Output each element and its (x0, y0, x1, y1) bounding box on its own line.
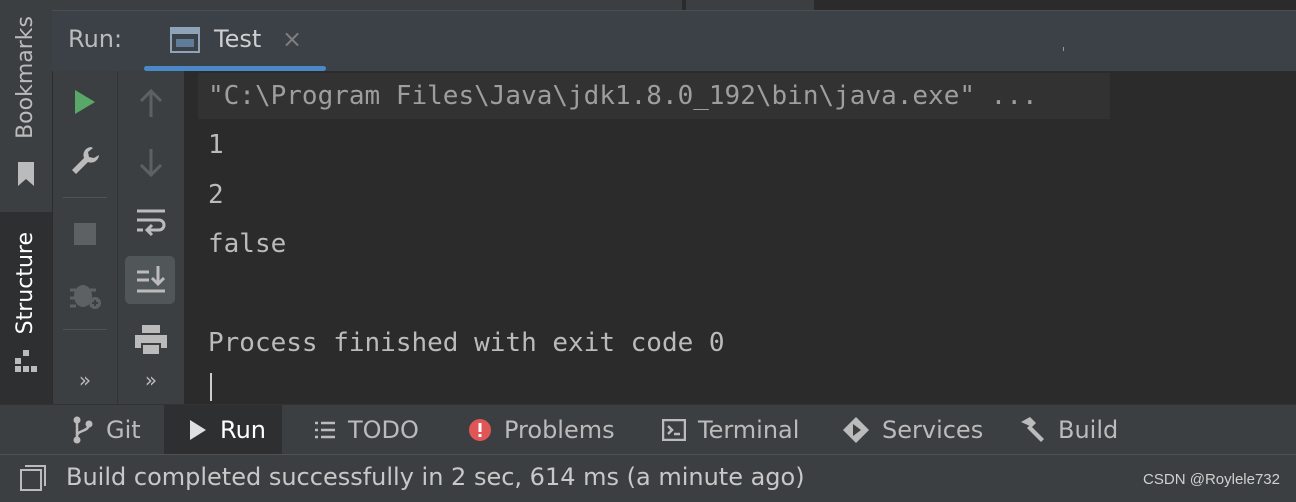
debug-icon (70, 285, 101, 309)
console-output[interactable]: "C:\Program Files\Java\jdk1.8.0_192\bin\… (184, 71, 1296, 404)
hammer-icon (1021, 417, 1044, 442)
run-tab-label: Test (214, 25, 262, 53)
git-tool-button[interactable]: Git (72, 405, 159, 455)
modify-run-config-button[interactable] (53, 137, 117, 183)
run-panel-header: Run: Test × (52, 10, 1296, 72)
status-bar: Build completed successfully in 2 sec, 6… (0, 454, 1296, 502)
problems-tool-label: Problems (504, 416, 615, 444)
left-tool-stripe: Bookmarks Structure (0, 0, 53, 404)
more-actions-button-2[interactable]: » (118, 357, 184, 403)
bookmarks-label: Bookmarks (13, 16, 38, 139)
services-tool-label: Services (882, 416, 984, 444)
watermark: CSDN @Roylele732 (1143, 471, 1280, 488)
run-panel-title: Run: (68, 25, 123, 53)
structure-label: Structure (13, 232, 38, 335)
debug-button[interactable] (53, 271, 117, 317)
console-line: false (208, 229, 287, 259)
play-icon (75, 90, 95, 114)
git-branch-icon (73, 416, 93, 444)
tool-windows-toggle-icon[interactable] (20, 465, 46, 491)
run-tool-label: Run (220, 416, 267, 444)
arrow-down-icon (139, 149, 163, 177)
chevron-double-right-icon: » (78, 368, 92, 392)
soft-wrap-button[interactable] (118, 199, 184, 245)
services-tool-button[interactable]: Services (842, 405, 983, 455)
structure-icon (15, 350, 37, 372)
console-line: Process finished with exit code 0 (208, 328, 725, 358)
console-line: 1 (208, 130, 224, 160)
previous-occurrence-button[interactable] (118, 81, 184, 127)
editor-tabs-edge (52, 0, 1296, 10)
services-icon (843, 417, 869, 443)
scroll-to-end-button[interactable] (118, 256, 184, 304)
arrow-up-icon (139, 89, 163, 117)
bookmark-icon (18, 162, 34, 186)
stop-icon (74, 223, 96, 245)
build-tool-button[interactable]: Build (1018, 405, 1118, 455)
build-tool-label: Build (1058, 416, 1119, 444)
git-tool-label: Git (106, 416, 141, 444)
todo-tool-label: TODO (348, 416, 419, 444)
console-window-icon (170, 27, 200, 53)
text-caret (210, 373, 212, 401)
play-icon (190, 420, 206, 440)
terminal-icon (662, 419, 686, 441)
terminal-tool-label: Terminal (698, 416, 800, 444)
scroll-to-end-icon (137, 266, 166, 293)
structure-stripe-button[interactable]: Structure (0, 212, 52, 404)
run-toolbar-primary: » (53, 71, 118, 404)
run-toolbar-secondary: » (118, 71, 184, 404)
chevron-double-right-icon: » (144, 368, 158, 392)
run-tool-button[interactable]: Run (164, 405, 283, 455)
soft-wrap-icon (137, 209, 166, 237)
terminal-tool-button[interactable]: Terminal (662, 405, 799, 455)
next-occurrence-button[interactable] (118, 139, 184, 185)
stop-button[interactable] (53, 211, 117, 257)
wrench-icon (72, 147, 99, 174)
console-line: 2 (208, 180, 224, 210)
todo-tool-button[interactable]: TODO (314, 405, 419, 455)
problems-tool-button[interactable]: Problems (468, 405, 615, 455)
tool-window-bar: Git Run TODO Problems Terminal Services (0, 404, 1296, 455)
console-line-command[interactable]: "C:\Program Files\Java\jdk1.8.0_192\bin\… (208, 81, 1038, 111)
run-tab-test[interactable]: Test × (144, 11, 326, 71)
more-actions-button-1[interactable]: » (53, 357, 117, 403)
bookmarks-stripe-button[interactable]: Bookmarks (0, 12, 52, 210)
print-icon (135, 325, 167, 356)
rerun-button[interactable] (53, 79, 117, 125)
error-icon (469, 419, 491, 441)
list-icon (315, 421, 335, 439)
status-message[interactable]: Build completed successfully in 2 sec, 6… (66, 463, 805, 491)
close-icon[interactable]: × (282, 25, 302, 53)
